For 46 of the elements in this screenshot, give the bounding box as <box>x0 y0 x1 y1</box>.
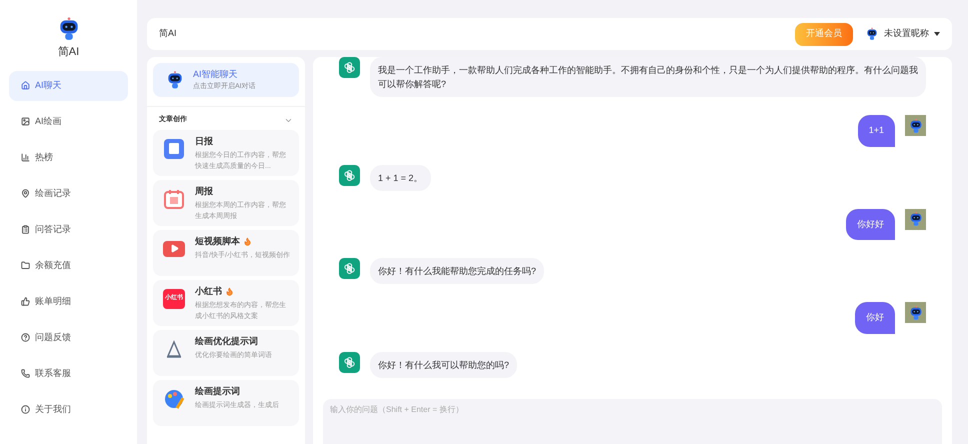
assistant-avatar-icon <box>339 258 360 279</box>
user-menu[interactable]: 未设置昵称 <box>865 27 940 41</box>
assistant-message: 你好！有什么我可以帮助您的吗? <box>370 352 518 378</box>
sidebar-item[interactable]: 账单明细 <box>9 286 128 316</box>
nav-icon <box>21 333 30 342</box>
assistant-message: 你好！有什么我能帮助您完成的任务吗? <box>370 258 544 284</box>
user-avatar-icon <box>865 27 879 41</box>
user-message: 你好好 <box>846 208 895 240</box>
calendar-icon <box>163 188 185 210</box>
nav-icon <box>21 81 30 90</box>
sidebar-item[interactable]: 问答记录 <box>9 214 128 244</box>
nav-icon <box>21 189 30 198</box>
sidebar-item[interactable]: AI聊天 <box>9 70 128 100</box>
card-title: 日报 <box>195 134 213 148</box>
card-title: 绘画优化提示词 <box>195 334 258 348</box>
sidebar-item[interactable]: 问题反馈 <box>9 322 128 352</box>
assistant-avatar-icon <box>339 164 360 186</box>
sidebar-item[interactable]: 热榜 <box>9 142 128 172</box>
question-input[interactable]: 输入你的问题（Shift + Enter = 换行） <box>323 399 942 444</box>
user-message: 1+1 <box>858 115 895 146</box>
brand-name: 简AI <box>58 45 80 60</box>
sidebar-item[interactable]: AI绘画 <box>9 106 128 136</box>
nav-icon <box>21 117 30 126</box>
video-icon <box>163 240 185 256</box>
nav-icon <box>21 261 30 270</box>
assistant-message: 1 + 1 = 2。 <box>370 164 431 190</box>
sidebar-item[interactable]: 绘画记录 <box>9 178 128 208</box>
sidebar-item[interactable]: 联系客服 <box>9 358 128 388</box>
palette-icon <box>163 388 185 410</box>
chat-entry-title: AI智能聊天 <box>193 68 239 81</box>
nav-icon <box>21 225 30 234</box>
assistant-avatar-icon <box>339 352 360 372</box>
assistant-message: 我是一个工作助手，一款帮助人们完成各种工作的智能助手。不拥有自己的身份和个性，只是一个为人们提供帮助的程序。有什么问题我可以帮你解答呢? <box>370 57 926 97</box>
nav-icon <box>21 405 30 414</box>
nav-icon <box>21 369 30 378</box>
card-title: 短视频脚本 <box>195 234 240 248</box>
nav-icon <box>21 297 30 306</box>
nav-icon <box>21 153 30 162</box>
user-message: 你好 <box>855 302 895 334</box>
caret-icon <box>934 32 940 36</box>
card-title: 小红书 <box>195 284 222 298</box>
card-title: 绘画提示词 <box>195 384 240 398</box>
card-title: 周报 <box>195 184 213 198</box>
sidebar-item[interactable]: 余额充值 <box>9 250 128 280</box>
page-title: 简AI <box>159 27 177 40</box>
sidebar-item[interactable]: 关于我们 <box>9 394 128 424</box>
